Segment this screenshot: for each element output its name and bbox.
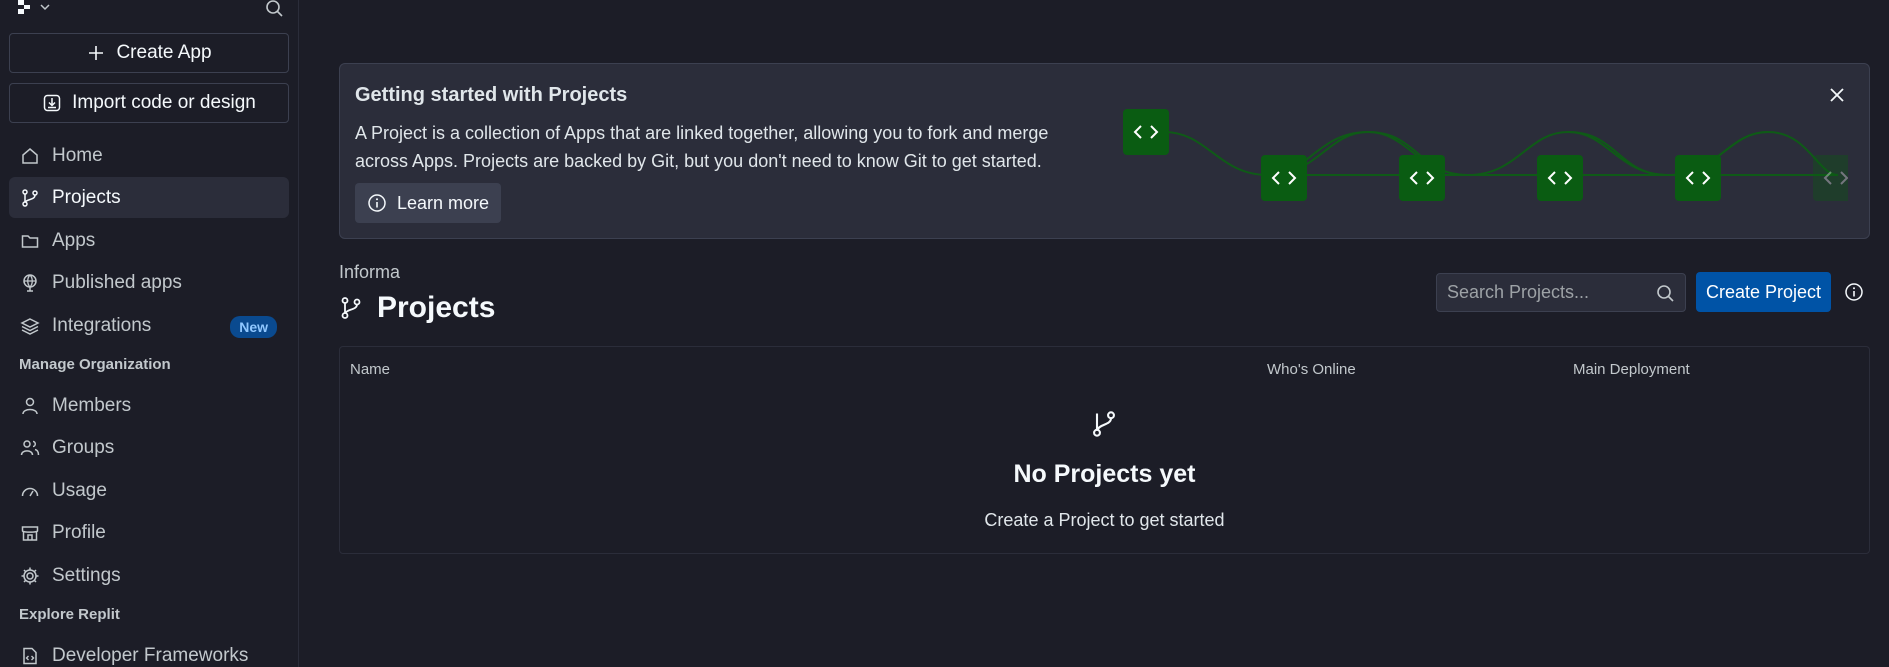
- sidebar-item-members[interactable]: Members: [9, 385, 289, 426]
- import-button[interactable]: Import code or design: [9, 83, 289, 123]
- learn-more-label: Learn more: [397, 192, 490, 213]
- column-header-whos-online: Who's Online: [1267, 361, 1356, 378]
- storefront-icon: [21, 525, 39, 541]
- info-icon[interactable]: [1844, 282, 1864, 302]
- banner-title: Getting started with Projects: [355, 84, 628, 106]
- sidebar-item-label: Published apps: [52, 271, 182, 293]
- app-node-icon: [1537, 155, 1583, 201]
- organization-name: Informa: [339, 262, 401, 282]
- replit-logo-icon[interactable]: [18, 0, 36, 14]
- app-node-icon: [1675, 155, 1721, 201]
- layers-icon: [20, 317, 40, 335]
- sidebar-item-label: Members: [52, 394, 132, 416]
- create-app-label: Create App: [116, 42, 212, 63]
- sidebar-item-label: Groups: [52, 436, 115, 458]
- sidebar-item-developer-frameworks[interactable]: Developer Frameworks: [9, 635, 289, 667]
- sidebar-item-label: Usage: [52, 479, 107, 501]
- sidebar-item-label: Integrations: [52, 314, 152, 336]
- git-branch-icon: [341, 297, 361, 319]
- learn-more-button[interactable]: Learn more: [355, 183, 502, 223]
- sidebar-item-home[interactable]: Home: [9, 135, 289, 176]
- sidebar-item-label: Developer Frameworks: [52, 644, 249, 666]
- sidebar-header: [0, 0, 299, 20]
- sidebar-item-label: Home: [52, 144, 103, 166]
- empty-state-title: No Projects yet: [1013, 460, 1196, 488]
- sidebar-item-apps[interactable]: Apps: [9, 220, 289, 261]
- user-icon: [22, 397, 38, 414]
- search-projects-field[interactable]: [1436, 273, 1686, 312]
- projects-table: Name Who's Online Main Deployment No Pro…: [339, 346, 1870, 554]
- create-app-button[interactable]: Create App: [9, 33, 289, 73]
- sidebar-item-label: Apps: [52, 229, 96, 251]
- folder-icon: [21, 234, 39, 248]
- sidebar-item-settings[interactable]: Settings: [9, 555, 289, 596]
- import-label: Import code or design: [72, 92, 256, 113]
- sidebar-item-integrations[interactable]: Integrations New: [9, 305, 289, 346]
- sidebar-item-label: Profile: [52, 521, 106, 543]
- projects-graphic: [1123, 109, 1848, 201]
- app-node-icon: [1813, 155, 1848, 201]
- gear-icon: [21, 567, 39, 584]
- sidebar-item-published-apps[interactable]: Published apps: [9, 262, 289, 303]
- git-branch-icon: [22, 188, 38, 207]
- sidebar-item-profile[interactable]: Profile: [9, 512, 289, 553]
- column-header-name[interactable]: Name: [350, 361, 390, 378]
- section-heading-manage-organization: Manage Organization: [19, 356, 171, 373]
- globe-icon: [23, 273, 37, 292]
- page-title: Projects: [377, 291, 496, 324]
- code-file-icon: [23, 647, 37, 664]
- chevron-down-icon[interactable]: [39, 1, 51, 13]
- empty-state-subtitle: Create a Project to get started: [984, 510, 1225, 530]
- sidebar-item-label: Projects: [52, 186, 121, 208]
- gauge-icon: [21, 487, 39, 496]
- page-title-group: Projects: [339, 291, 495, 325]
- search-icon: [1657, 285, 1674, 302]
- app-node-icon: [1399, 155, 1445, 201]
- home-icon: [22, 147, 38, 164]
- search-projects-input[interactable]: [1447, 282, 1647, 303]
- app-node-icon: [1261, 155, 1307, 201]
- sidebar-item-groups[interactable]: Groups: [9, 427, 289, 468]
- app-node-icon: [1123, 109, 1169, 155]
- info-icon: [368, 194, 386, 212]
- plus-icon: [89, 46, 104, 60]
- git-branch-icon: [1093, 411, 1115, 437]
- search-icon[interactable]: [264, 0, 284, 18]
- create-project-button[interactable]: Create Project: [1696, 272, 1832, 312]
- section-heading-explore-replit: Explore Replit: [19, 606, 120, 623]
- column-header-main-deployment: Main Deployment: [1573, 361, 1690, 378]
- import-icon: [43, 94, 61, 112]
- sidebar-item-projects[interactable]: Projects: [9, 177, 289, 218]
- new-badge: New: [230, 316, 277, 338]
- getting-started-banner: Getting started with Projects A Project …: [339, 63, 1870, 239]
- banner-description: A Project is a collection of Apps that a…: [355, 123, 1049, 171]
- sidebar-item-label: Settings: [52, 564, 121, 586]
- sidebar-item-usage[interactable]: Usage: [9, 470, 289, 511]
- sidebar: Create App Import code or design Home Pr…: [0, 0, 299, 667]
- users-icon: [20, 439, 40, 455]
